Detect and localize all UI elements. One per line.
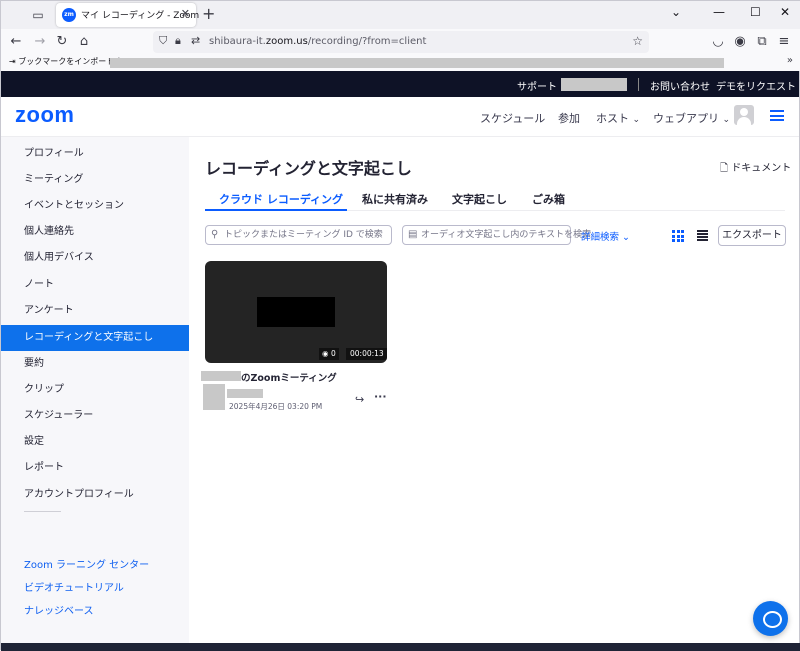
sidebar-item-contacts[interactable]: 個人連絡先 bbox=[1, 219, 189, 245]
active-tab-indicator bbox=[205, 209, 347, 211]
transcript-search-input[interactable]: ▤ オーディオ文字起こし内のテキストを検索 bbox=[402, 225, 591, 245]
redacted-field bbox=[561, 78, 627, 91]
documentation-link[interactable]: 🗋︎ ドキュメント bbox=[720, 159, 791, 178]
eye-icon: ◉ bbox=[322, 349, 329, 358]
maximize-icon[interactable]: ☐ bbox=[750, 5, 761, 19]
back-icon[interactable]: ← bbox=[7, 33, 25, 51]
zoom-logo[interactable]: zoom bbox=[15, 102, 74, 128]
share-icon[interactable]: ↪ bbox=[355, 393, 364, 406]
recording-date: 2025年4月26日 03:20 PM bbox=[229, 402, 323, 411]
more-options-icon[interactable]: ··· bbox=[374, 390, 387, 403]
search-icon: ⚲ bbox=[211, 229, 219, 240]
divider bbox=[638, 78, 639, 91]
topic-search-input[interactable]: ⚲ トピックまたはミーティング ID で検索 bbox=[205, 225, 392, 245]
sidebar-item-recordings[interactable]: レコーディングと文字起こし bbox=[1, 325, 189, 351]
chevron-down-icon: ⌄ bbox=[622, 232, 631, 243]
menu-icon[interactable]: ≡ bbox=[775, 33, 793, 51]
advanced-search-button[interactable]: 詳細検索 ⌄ bbox=[581, 229, 630, 243]
learning-center-link[interactable]: Zoom ラーニング センター bbox=[24, 556, 149, 571]
account-icon[interactable]: ◉ bbox=[731, 33, 749, 51]
sidebar-divider bbox=[24, 511, 61, 512]
address-bar[interactable]: ⛉ 🔒︎ ⇄ shibaura-it.zoom.us/recording/?fr… bbox=[153, 31, 649, 53]
redacted-avatar bbox=[203, 384, 225, 410]
nav-web-app[interactable]: ウェブアプリ ⌄ bbox=[653, 110, 730, 126]
nav-join[interactable]: 参加 bbox=[558, 110, 580, 126]
new-tab-icon[interactable]: + bbox=[202, 4, 215, 23]
browser-window: ▭ zm マイ レコーディング - Zoom ✕ + ⌄ — ☐ ✕ ← → ↻… bbox=[0, 0, 800, 651]
tab-trash[interactable]: ごみ箱 bbox=[532, 191, 565, 207]
sidebar-item-account-profile[interactable]: アカウントプロフィール bbox=[1, 482, 189, 508]
sidebar: プロフィール ミーティング イベントとセッション 個人連絡先 個人用デバイス ノ… bbox=[1, 137, 189, 643]
pocket-icon[interactable]: ◡ bbox=[709, 33, 727, 51]
extensions-icon[interactable]: ⧉ bbox=[753, 33, 771, 51]
tab-overflow-chevron-icon[interactable]: ⌄ bbox=[671, 5, 681, 19]
zoom-page: サポート お問い合わせ デモをリクエスト zoom スケジュール 参加 ホスト … bbox=[1, 71, 799, 643]
top-utility-bar: サポート お問い合わせ デモをリクエスト bbox=[1, 71, 799, 97]
close-window-icon[interactable]: ✕ bbox=[780, 5, 790, 19]
nav-schedule[interactable]: スケジュール bbox=[480, 110, 545, 126]
sidebar-item-reports[interactable]: レポート bbox=[1, 455, 189, 481]
reload-icon[interactable]: ↻ bbox=[53, 33, 71, 51]
forward-icon[interactable]: → bbox=[31, 33, 49, 51]
view-count-badge: ◉ 0 bbox=[319, 348, 339, 360]
nav-host[interactable]: ホスト ⌄ bbox=[596, 110, 640, 126]
list-view-icon[interactable] bbox=[697, 230, 708, 241]
home-icon[interactable]: ⌂ bbox=[75, 33, 93, 51]
chat-support-button[interactable] bbox=[753, 601, 788, 636]
avatar[interactable] bbox=[734, 105, 754, 125]
redacted-host bbox=[227, 389, 263, 398]
sidebar-item-scheduler[interactable]: スケジューラー bbox=[1, 403, 189, 429]
grid-view-icon[interactable] bbox=[672, 230, 684, 242]
redacted-bookmarks bbox=[110, 58, 724, 68]
main-content: レコーディングと文字起こし 🗋︎ ドキュメント クラウド レコーディング 私に共… bbox=[189, 137, 799, 643]
url-text[interactable]: shibaura-it.zoom.us/recording/?from=clie… bbox=[209, 36, 426, 47]
sidebar-item-summaries[interactable]: 要約 bbox=[1, 351, 189, 377]
chevron-down-icon: ⌄ bbox=[722, 115, 731, 125]
tab-list-icon[interactable]: ▭ bbox=[30, 7, 46, 23]
tab-transcripts[interactable]: 文字起こし bbox=[452, 191, 507, 207]
video-tutorials-link[interactable]: ビデオチュートリアル bbox=[24, 579, 124, 594]
sidebar-item-settings[interactable]: 設定 bbox=[1, 429, 189, 455]
bookmarks-bar: ⇥ ブックマークをインポートす... » bbox=[1, 55, 800, 71]
sidebar-item-notes[interactable]: ノート bbox=[1, 272, 189, 298]
shield-icon[interactable]: ⛉ bbox=[159, 34, 167, 48]
site-header: zoom スケジュール 参加 ホスト ⌄ ウェブアプリ ⌄ bbox=[1, 97, 799, 137]
redacted-name bbox=[201, 371, 241, 381]
export-button[interactable]: エクスポート bbox=[718, 225, 786, 246]
recording-thumbnail[interactable]: ◉ 0 00:00:13 bbox=[205, 261, 387, 363]
navigation-bar: ← → ↻ ⌂ ⛉ 🔒︎ ⇄ shibaura-it.zoom.us/recor… bbox=[1, 29, 800, 55]
redacted-thumbnail bbox=[257, 297, 335, 327]
document-icon: 🗋︎ bbox=[720, 163, 729, 174]
sidebar-item-meetings[interactable]: ミーティング bbox=[1, 167, 189, 193]
sidebar-item-clips[interactable]: クリップ bbox=[1, 377, 189, 403]
minimize-icon[interactable]: — bbox=[713, 5, 725, 19]
transcript-search-icon: ▤ bbox=[408, 229, 418, 240]
request-demo-link[interactable]: デモをリクエスト bbox=[716, 78, 796, 93]
zoom-favicon-icon: zm bbox=[62, 8, 76, 22]
tab-cloud-recording[interactable]: クラウド レコーディング bbox=[219, 191, 343, 207]
lock-icon[interactable]: 🔒︎ bbox=[175, 34, 181, 48]
permissions-icon[interactable]: ⇄ bbox=[191, 34, 200, 47]
bookmarks-more-icon[interactable]: » bbox=[787, 55, 793, 66]
recording-tabs: クラウド レコーディング 私に共有済み 文字起こし ごみ箱 bbox=[205, 185, 785, 211]
hamburger-menu-icon[interactable] bbox=[770, 110, 784, 121]
bookmark-star-icon[interactable]: ☆ bbox=[632, 34, 643, 48]
sidebar-item-events[interactable]: イベントとセッション bbox=[1, 193, 189, 219]
sidebar-item-devices[interactable]: 個人用デバイス bbox=[1, 245, 189, 271]
contact-link[interactable]: お問い合わせ bbox=[650, 78, 710, 93]
sidebar-item-profile[interactable]: プロフィール bbox=[1, 141, 189, 167]
browser-tab[interactable]: zm マイ レコーディング - Zoom ✕ bbox=[56, 3, 199, 27]
tab-strip: ▭ zm マイ レコーディング - Zoom ✕ + ⌄ — ☐ ✕ bbox=[1, 1, 800, 29]
sidebar-item-polls[interactable]: アンケート bbox=[1, 298, 189, 324]
page-title: レコーディングと文字起こし bbox=[205, 159, 412, 178]
support-link[interactable]: サポート bbox=[517, 78, 557, 93]
tab-close-icon[interactable]: ✕ bbox=[181, 7, 190, 20]
chevron-down-icon: ⌄ bbox=[632, 115, 641, 125]
duration-badge: 00:00:13 bbox=[346, 348, 387, 360]
tab-shared-with-me[interactable]: 私に共有済み bbox=[362, 191, 428, 207]
recording-title[interactable]: のZoomミーティング bbox=[241, 370, 337, 384]
knowledge-base-link[interactable]: ナレッジベース bbox=[24, 602, 94, 617]
